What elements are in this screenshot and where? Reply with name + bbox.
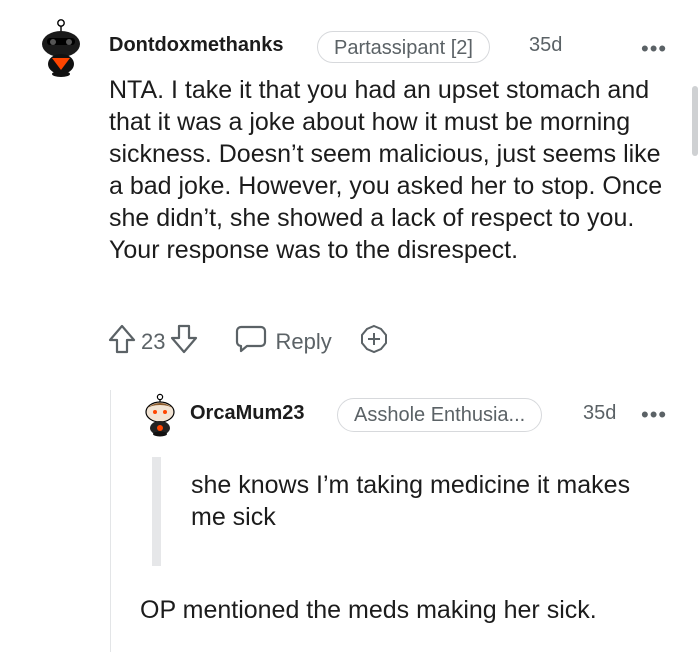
user-flair: Partassipant [2] (317, 31, 490, 63)
quoted-text: she knows I’m taking medicine it makes m… (191, 471, 631, 531)
award-icon[interactable] (358, 323, 390, 361)
user-flair: Asshole Enthusia... (337, 398, 543, 432)
vote-count: 23 (141, 329, 166, 354)
reply-label: Reply (275, 329, 332, 354)
snoo-avatar-icon (42, 19, 80, 77)
downvote-icon[interactable] (169, 323, 199, 361)
quote-bar (152, 457, 161, 566)
username[interactable]: OrcaMum23 (190, 402, 305, 425)
comment-body: NTA. I take it that you had an upset sto… (109, 76, 663, 264)
scrollbar[interactable] (692, 86, 698, 156)
upvote-icon[interactable] (107, 323, 137, 361)
avatar[interactable] (143, 393, 177, 437)
chat-bubble-icon (235, 324, 267, 360)
comment-age: 35d (529, 34, 563, 56)
snoo-avatar-icon (145, 393, 175, 437)
avatar[interactable] (38, 18, 84, 78)
thread-line[interactable] (110, 390, 111, 652)
more-options-button[interactable]: ••• (641, 36, 667, 62)
reply-button[interactable]: Reply (235, 324, 332, 360)
more-options-button[interactable]: ••• (641, 402, 667, 428)
comment-age: 35d (583, 402, 617, 424)
comment-body: OP mentioned the meds making her sick. (140, 596, 597, 624)
comment-actions: 23 Reply (107, 323, 390, 361)
username[interactable]: Dontdoxmethanks (109, 34, 283, 57)
